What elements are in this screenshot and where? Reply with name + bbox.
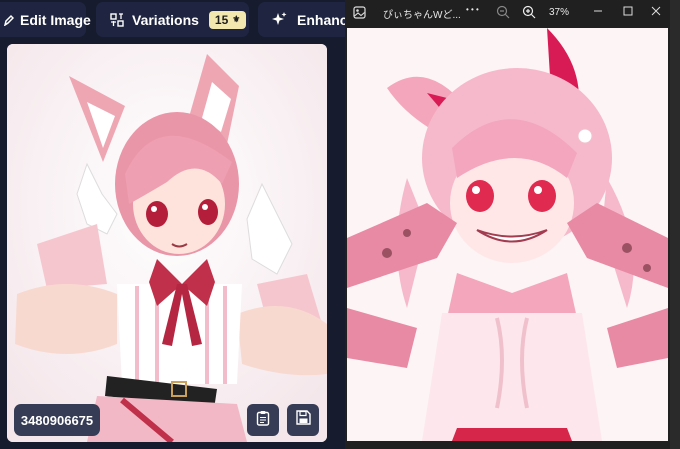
- background-window-edge: [670, 0, 680, 449]
- maximize-icon[interactable]: [622, 4, 634, 21]
- edit-image-label: Edit Image: [20, 11, 91, 28]
- credit-cost-badge: 15 ⚜: [208, 10, 247, 29]
- viewer-titlebar: ぴぃちゃんWど... • • • 37%: [345, 0, 670, 26]
- close-icon[interactable]: [650, 4, 662, 21]
- image-generator-app: Edit Image Variations 15 ⚜ Enhance 34809…: [0, 0, 358, 449]
- minimize-icon[interactable]: [592, 4, 604, 21]
- copy-prompt-button[interactable]: [247, 404, 279, 436]
- save-image-button[interactable]: [287, 404, 319, 436]
- enhance-button[interactable]: Enhance: [258, 2, 358, 37]
- variations-label: Variations: [132, 11, 199, 28]
- seed-value: 3480906675: [20, 412, 94, 428]
- credit-count: 15: [214, 12, 229, 27]
- variations-icon: [110, 12, 124, 27]
- zoom-level: 37%: [549, 7, 570, 18]
- sparkle-icon: [272, 12, 287, 27]
- pencil-icon: [4, 14, 14, 26]
- token-icon: ⚜: [232, 14, 241, 24]
- viewer-image: [347, 28, 668, 441]
- clipboard-icon: [256, 410, 270, 431]
- fanart-image: [347, 28, 668, 441]
- generated-image-card[interactable]: [7, 44, 327, 442]
- zoom-out-icon[interactable]: [496, 5, 510, 22]
- more-options-button[interactable]: • • •: [466, 5, 479, 14]
- zoom-in-icon[interactable]: [522, 5, 536, 22]
- photo-viewer-window: ぴぃちゃんWど... • • • 37%: [345, 0, 670, 449]
- floppy-disk-icon: [295, 410, 311, 430]
- variations-button[interactable]: Variations 15 ⚜: [96, 2, 249, 37]
- edit-image-button[interactable]: Edit Image: [0, 2, 91, 37]
- seed-button[interactable]: 3480906675: [14, 404, 100, 436]
- image-app-icon: [353, 6, 366, 22]
- viewer-filename: ぴぃちゃんWど...: [383, 10, 461, 21]
- generated-image: [7, 44, 327, 442]
